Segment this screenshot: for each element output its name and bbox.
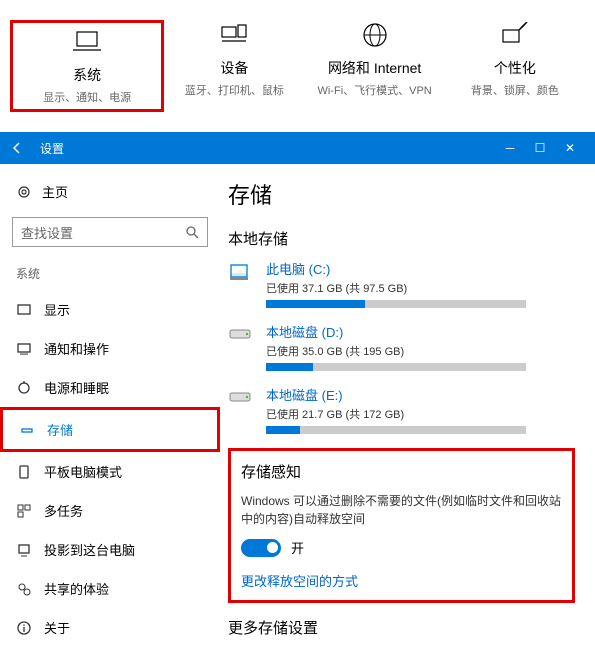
- window-titlebar: 设置 ─ ☐ ✕: [0, 132, 595, 164]
- nav-label: 平板电脑模式: [44, 462, 122, 481]
- nav-icon: [16, 302, 32, 318]
- devices-icon: [164, 20, 304, 50]
- home-link[interactable]: 主页: [0, 176, 220, 207]
- change-free-space-link[interactable]: 更改释放空间的方式: [241, 571, 562, 590]
- storage-sense-desc: Windows 可以通过删除不需要的文件(例如临时文件和回收站中的内容)自动释放…: [241, 492, 562, 528]
- category-sub: 蓝牙、打印机、鼠标: [164, 82, 304, 98]
- search-input[interactable]: 查找设置: [12, 217, 208, 247]
- drive-row[interactable]: 本地磁盘 (E:) 已使用 21.7 GB (共 172 GB): [228, 385, 575, 434]
- sidebar-item-0[interactable]: 显示: [0, 290, 220, 329]
- category-title: 网络和 Internet: [305, 58, 445, 78]
- storage-sense-toggle[interactable]: 开: [241, 538, 562, 557]
- nav-label: 电源和睡眠: [44, 378, 109, 397]
- sidebar-item-4[interactable]: 平板电脑模式: [0, 452, 220, 491]
- usage-bar: [266, 300, 526, 308]
- category-sub: Wi-Fi、飞行模式、VPN: [305, 82, 445, 98]
- drive-row[interactable]: 此电脑 (C:) 已使用 37.1 GB (共 97.5 GB): [228, 259, 575, 308]
- search-icon: [185, 225, 199, 239]
- pen-icon: [445, 20, 585, 50]
- category-sub: 显示、通知、电源: [17, 89, 157, 105]
- sidebar-item-7[interactable]: 共享的体验: [0, 569, 220, 608]
- nav-icon: [16, 542, 32, 558]
- search-placeholder: 查找设置: [21, 223, 73, 242]
- nav-icon: [16, 503, 32, 519]
- sidebar-item-2[interactable]: 电源和睡眠: [0, 368, 220, 407]
- nav-label: 显示: [44, 300, 70, 319]
- drive-name: 本地磁盘 (D:): [266, 322, 575, 341]
- window-title: 设置: [40, 140, 495, 157]
- category-sub: 背景、锁屏、颜色: [445, 82, 585, 98]
- category-network[interactable]: 网络和 Internet Wi-Fi、飞行模式、VPN: [305, 20, 445, 112]
- nav-label: 通知和操作: [44, 339, 109, 358]
- nav-label: 关于: [44, 618, 70, 637]
- drive-info: 已使用 35.0 GB (共 195 GB): [266, 343, 575, 359]
- sidebar-item-8[interactable]: 关于: [0, 608, 220, 647]
- drive-row[interactable]: 本地磁盘 (D:) 已使用 35.0 GB (共 195 GB): [228, 322, 575, 371]
- nav-icon: [16, 620, 32, 636]
- toggle-track: [241, 539, 281, 557]
- storage-sense-heading: 存储感知: [241, 461, 562, 482]
- sidebar-item-3[interactable]: 存储: [0, 407, 220, 452]
- category-system[interactable]: 系统 显示、通知、电源: [10, 20, 164, 112]
- toggle-label: 开: [291, 538, 304, 557]
- usage-bar: [266, 426, 526, 434]
- drive-info: 已使用 21.7 GB (共 172 GB): [266, 406, 575, 422]
- sidebar-section-title: 系统: [0, 265, 220, 290]
- drive-info: 已使用 37.1 GB (共 97.5 GB): [266, 280, 575, 296]
- nav-icon: [16, 380, 32, 396]
- drive-name: 本地磁盘 (E:): [266, 385, 575, 404]
- nav-label: 多任务: [44, 501, 83, 520]
- sidebar-item-6[interactable]: 投影到这台电脑: [0, 530, 220, 569]
- nav-label: 共享的体验: [44, 579, 109, 598]
- drive-icon: [228, 259, 256, 308]
- sidebar: 主页 查找设置 系统 显示通知和操作电源和睡眠存储平板电脑模式多任务投影到这台电…: [0, 164, 220, 668]
- maximize-button[interactable]: ☐: [525, 141, 555, 155]
- category-title: 设备: [164, 58, 304, 78]
- nav-icon: [16, 464, 32, 480]
- page-title: 存储: [228, 178, 575, 210]
- settings-category-row: 系统 显示、通知、电源 设备 蓝牙、打印机、鼠标 网络和 Internet Wi…: [0, 0, 595, 132]
- nav-icon: [16, 341, 32, 357]
- content-pane: 存储 本地存储 此电脑 (C:) 已使用 37.1 GB (共 97.5 GB) 本…: [220, 164, 595, 668]
- more-storage-heading: 更多存储设置: [228, 617, 575, 638]
- nav-label: 投影到这台电脑: [44, 540, 135, 559]
- drive-icon: [228, 322, 256, 371]
- gear-icon: [16, 184, 32, 200]
- sidebar-item-1[interactable]: 通知和操作: [0, 329, 220, 368]
- category-title: 系统: [17, 65, 157, 85]
- category-personalization[interactable]: 个性化 背景、锁屏、颜色: [445, 20, 585, 112]
- storage-sense-section: 存储感知 Windows 可以通过删除不需要的文件(例如临时文件和回收站中的内容…: [228, 448, 575, 603]
- category-title: 个性化: [445, 58, 585, 78]
- home-label: 主页: [42, 182, 68, 201]
- local-storage-heading: 本地存储: [228, 228, 575, 249]
- nav-label: 存储: [47, 420, 73, 439]
- category-devices[interactable]: 设备 蓝牙、打印机、鼠标: [164, 20, 304, 112]
- nav-icon: [19, 422, 35, 438]
- minimize-button[interactable]: ─: [495, 141, 525, 155]
- nav-icon: [16, 581, 32, 597]
- close-button[interactable]: ✕: [555, 141, 585, 155]
- usage-bar: [266, 363, 526, 371]
- drive-name: 此电脑 (C:): [266, 259, 575, 278]
- drive-icon: [228, 385, 256, 434]
- back-button[interactable]: [10, 141, 30, 155]
- globe-icon: [305, 20, 445, 50]
- sidebar-item-5[interactable]: 多任务: [0, 491, 220, 530]
- laptop-icon: [17, 27, 157, 57]
